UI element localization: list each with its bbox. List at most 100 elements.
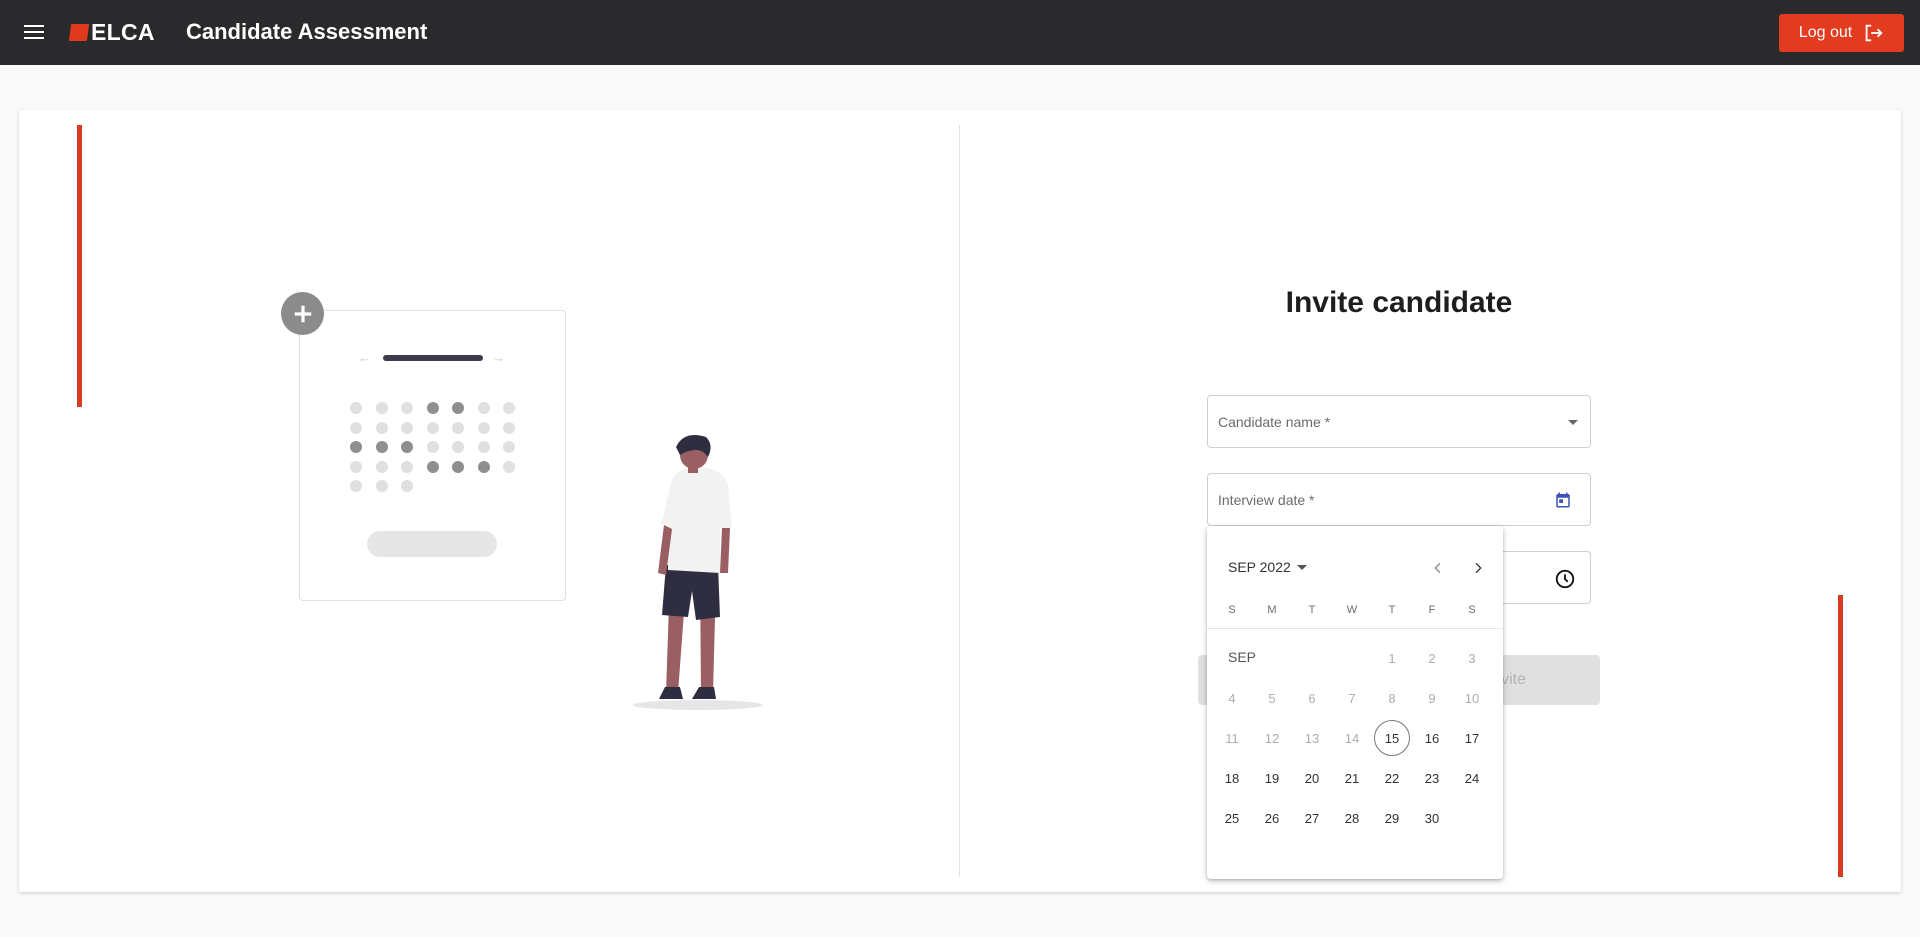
illustration-dot bbox=[401, 441, 413, 453]
weekday-label: S bbox=[1228, 604, 1236, 616]
illustration-dot bbox=[477, 402, 490, 414]
day-cell[interactable]: 20 bbox=[1294, 760, 1330, 796]
weekday-label: S bbox=[1468, 604, 1476, 616]
logout-button[interactable]: Log out bbox=[1779, 14, 1904, 52]
illustration-dot bbox=[426, 441, 439, 453]
interview-date-field[interactable]: Interview date * bbox=[1207, 473, 1591, 526]
day-cell[interactable]: 29 bbox=[1374, 800, 1410, 836]
previous-month-button[interactable] bbox=[1424, 554, 1452, 582]
illustration-dot bbox=[401, 402, 413, 414]
weekday-label: T bbox=[1308, 604, 1316, 616]
day-cell[interactable]: 17 bbox=[1454, 720, 1490, 756]
illustration-dot bbox=[375, 460, 388, 473]
top-app-bar: ELCA Candidate Assessment Log out bbox=[0, 0, 1920, 65]
day-cell: 11 bbox=[1225, 730, 1239, 746]
day-cell[interactable]: 21 bbox=[1334, 760, 1370, 796]
illustration-dot bbox=[426, 421, 439, 434]
illustration-dot bbox=[350, 402, 362, 414]
illustration-dot bbox=[350, 460, 362, 473]
illustration-dot bbox=[401, 460, 413, 473]
day-cell: 13 bbox=[1304, 730, 1320, 746]
chevron-right-icon bbox=[1475, 562, 1482, 574]
illustration-dot bbox=[401, 421, 413, 434]
person-illustration bbox=[633, 434, 763, 710]
logout-icon bbox=[1865, 24, 1883, 42]
illustration-dot bbox=[375, 480, 388, 492]
illustration-dot bbox=[401, 480, 413, 492]
day-cell[interactable]: 28 bbox=[1334, 800, 1370, 836]
illustration-dot bbox=[426, 402, 439, 414]
illustration-dot bbox=[477, 421, 490, 434]
weekday-label: F bbox=[1428, 604, 1436, 616]
month-label: SEP bbox=[1228, 649, 1257, 665]
calendar-icon[interactable] bbox=[1554, 491, 1572, 509]
day-cell[interactable]: 22 bbox=[1374, 760, 1410, 796]
illustration-dot bbox=[426, 460, 439, 473]
illustration-dot bbox=[375, 402, 388, 414]
illustration-dot bbox=[503, 441, 515, 453]
illustration-dot bbox=[350, 441, 362, 453]
illustration-dot bbox=[375, 421, 388, 434]
clock-icon[interactable] bbox=[1554, 568, 1576, 590]
illustration-dot bbox=[452, 441, 464, 453]
datepicker-divider bbox=[1207, 628, 1503, 629]
day-cell[interactable]: 26 bbox=[1254, 800, 1290, 836]
day-cell: 12 bbox=[1264, 730, 1280, 746]
menu-icon[interactable] bbox=[24, 22, 46, 42]
day-cell: 14 bbox=[1344, 730, 1360, 746]
logo-mark bbox=[68, 23, 90, 41]
logo-text: ELCA bbox=[91, 18, 155, 45]
weekday-label: T bbox=[1388, 604, 1396, 616]
illustration-dot bbox=[503, 402, 515, 414]
day-cell: 6 bbox=[1308, 690, 1316, 706]
accent-bar-right bbox=[1838, 595, 1843, 877]
illustration-dot bbox=[350, 421, 362, 434]
illustration-dot bbox=[503, 421, 515, 434]
weekday-label: W bbox=[1346, 604, 1358, 616]
day-cell-today[interactable]: 15 bbox=[1374, 720, 1410, 756]
illustration-dot bbox=[452, 402, 464, 414]
form-title: Invite candidate bbox=[1285, 286, 1513, 319]
illustration-dot bbox=[350, 480, 362, 492]
day-cell: 10 bbox=[1464, 690, 1480, 706]
next-month-button[interactable] bbox=[1464, 554, 1492, 582]
caret-down-icon bbox=[1296, 564, 1307, 570]
day-cell: 2 bbox=[1428, 650, 1436, 666]
illustration-dot bbox=[375, 441, 388, 453]
plus-icon bbox=[281, 292, 324, 335]
app-title: Candidate Assessment bbox=[186, 19, 428, 44]
period-label: SEP 2022 bbox=[1228, 559, 1291, 575]
chevron-left-icon bbox=[1434, 562, 1441, 574]
interview-date-label: Interview date * bbox=[1218, 492, 1315, 508]
day-cell: 9 bbox=[1428, 690, 1436, 706]
accent-bar-left bbox=[77, 125, 82, 407]
illustration-button-placeholder bbox=[367, 531, 497, 557]
illustration-dot bbox=[477, 460, 490, 473]
day-cell: 3 bbox=[1468, 650, 1476, 666]
day-cell[interactable]: 19 bbox=[1254, 760, 1290, 796]
day-cell[interactable]: 25 bbox=[1214, 800, 1250, 836]
day-cell: 4 bbox=[1228, 690, 1236, 706]
invite-button-label: vite bbox=[1501, 671, 1526, 688]
illustration-dot bbox=[452, 460, 464, 473]
logout-label: Log out bbox=[1798, 24, 1853, 41]
day-cell[interactable]: 24 bbox=[1454, 760, 1490, 796]
day-cell: 1 bbox=[1388, 650, 1396, 666]
day-cell[interactable]: 27 bbox=[1294, 800, 1330, 836]
elca-logo[interactable]: ELCA bbox=[68, 18, 155, 45]
illustration-header-bar bbox=[383, 355, 483, 361]
day-cell: 5 bbox=[1268, 690, 1276, 706]
illustration-arrow-right: → bbox=[492, 350, 505, 365]
period-button[interactable]: SEP 2022 bbox=[1228, 559, 1307, 575]
calendar-illustration bbox=[299, 310, 566, 601]
day-cell[interactable]: 16 bbox=[1414, 720, 1450, 756]
illustration-dot bbox=[477, 441, 490, 453]
day-cell[interactable]: 30 bbox=[1414, 800, 1450, 836]
day-cell: 8 bbox=[1388, 690, 1396, 706]
candidate-name-select[interactable]: Candidate name * bbox=[1207, 395, 1591, 448]
day-cell[interactable]: 23 bbox=[1414, 760, 1450, 796]
vertical-divider bbox=[959, 125, 960, 877]
day-cell[interactable]: 18 bbox=[1214, 760, 1250, 796]
caret-down-icon bbox=[1568, 420, 1578, 425]
candidate-name-label: Candidate name * bbox=[1218, 414, 1331, 430]
